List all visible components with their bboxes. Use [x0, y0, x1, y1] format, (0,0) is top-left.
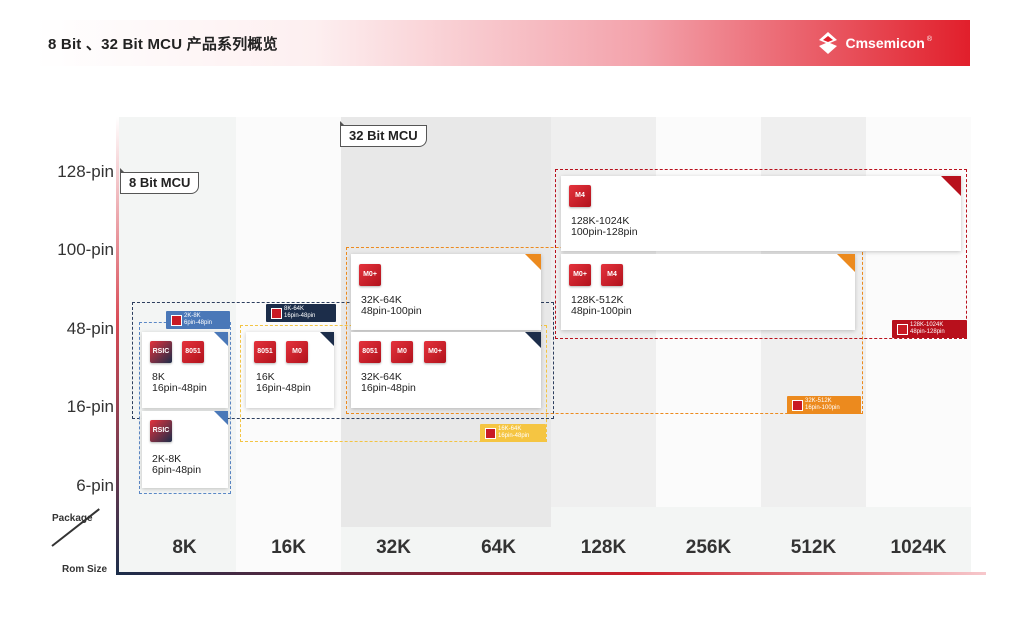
y-label-16pin: 16-pin	[66, 397, 114, 416]
x-label-64k: 64K	[481, 537, 516, 558]
chip-icon: M4	[569, 185, 591, 207]
card-pins: 16pin-48pin	[256, 382, 311, 394]
card-rsic-2k8k: RSIC 2K-8K 6pin-48pin	[142, 411, 228, 488]
chip-icon: M4	[601, 264, 623, 286]
badge-line2: 48pin-128pin	[910, 329, 945, 335]
card-pins: 6pin-48pin	[152, 464, 202, 476]
badge-line1: 2K-8K	[184, 313, 201, 319]
badge-line2: 16pin-48pin	[498, 433, 530, 439]
chip-icon: 8051	[254, 341, 276, 363]
chip-icon: 8051	[182, 341, 204, 363]
badge-line2: 6pin-48pin	[184, 320, 213, 326]
badge-32k512k: 32K-512K 16pin-100pin	[787, 396, 861, 414]
card-pins: 48pin-100pin	[361, 305, 422, 317]
x-label-512k: 512K	[790, 537, 837, 558]
tag-8bit-mcu: 8 Bit MCU	[120, 168, 200, 194]
y-axis-line	[116, 117, 119, 575]
card-corner	[320, 332, 334, 346]
x-label-1024k: 1024K	[890, 537, 947, 558]
chip-icon	[897, 324, 908, 335]
badge-2k8k: 2K-8K 6pin-48pin	[166, 311, 230, 329]
card-32k64k-16: 8051 M0 M0+ 32K-64K 16pin-48pin	[351, 332, 541, 408]
x-label-8k: 8K	[172, 537, 197, 558]
rom-size-label: Rom Size	[62, 564, 108, 575]
chip-icon	[485, 428, 496, 439]
card-pins: 100pin-128pin	[571, 226, 638, 238]
y-label-48pin: 48-pin	[66, 319, 114, 338]
package-label: Package	[52, 513, 93, 524]
badge-line1: 32K-512K	[805, 398, 832, 404]
card-corner	[941, 176, 961, 196]
badge-16k64k: 16K-64K 16pin-48pin	[480, 424, 546, 442]
card-128k1024k: M4 128K-1024K 100pin-128pin	[561, 176, 961, 251]
badge-line2: 16pin-48pin	[284, 313, 316, 319]
badge-8k64k: 8K-64K 16pin-48pin	[266, 304, 336, 322]
badge-line2: 16pin-100pin	[805, 405, 840, 411]
card-16k: 8051 M0 16K 16pin-48pin	[246, 332, 334, 408]
badge-line1: 8K-64K	[284, 306, 305, 312]
card-corner	[214, 332, 228, 346]
chip-icon: 8051	[359, 341, 381, 363]
badge-line1: 128K-1024K	[910, 322, 944, 328]
chip-icon: M0+	[359, 264, 381, 286]
chip-icon	[792, 400, 803, 411]
brand-logo: Cmsemicon ®	[817, 30, 932, 56]
y-label-6pin: 6-pin	[76, 476, 114, 495]
x-axis-line	[116, 572, 986, 575]
card-corner	[525, 254, 541, 270]
card-corner	[525, 332, 541, 348]
card-pins: 16pin-48pin	[152, 382, 207, 394]
page-title: 8 Bit 、32 Bit MCU 产品系列概览	[48, 36, 278, 53]
y-label-128pin: 128-pin	[57, 162, 114, 181]
x-label-256k: 256K	[685, 537, 732, 558]
chip-icon: M0	[286, 341, 308, 363]
chip-icon: M0	[391, 341, 413, 363]
chip-icon: M0+	[569, 264, 591, 286]
y-label-100pin: 100-pin	[57, 240, 114, 259]
cmsemicon-logo-icon	[819, 32, 838, 54]
chip-icon: RSIC	[150, 341, 172, 363]
card-pins: 16pin-48pin	[361, 382, 416, 394]
card-corner	[214, 411, 228, 425]
x-label-32k: 32K	[376, 537, 411, 558]
tag-32bit-mcu: 32 Bit MCU	[340, 121, 427, 147]
brand-mark: ®	[926, 35, 932, 43]
card-pins: 48pin-100pin	[571, 305, 632, 317]
chip-icon: RSIC	[150, 420, 172, 442]
badge-line1: 16K-64K	[498, 426, 522, 432]
card-corner	[837, 254, 855, 272]
chip-icon	[171, 315, 182, 326]
header-banner: 8 Bit 、32 Bit MCU 产品系列概览 Cmsemicon ®	[34, 20, 970, 66]
badge-128k1024k: 128K-1024K 48pin-128pin	[892, 320, 967, 338]
card-32k64k-48: M0+ 32K-64K 48pin-100pin	[351, 254, 541, 330]
chip-icon	[271, 308, 282, 319]
card-128k512k: M0+ M4 128K-512K 48pin-100pin	[561, 254, 855, 330]
card-rsic-8k: RSIC 8051 8K 16pin-48pin	[142, 332, 228, 408]
x-label-16k: 16K	[271, 537, 306, 558]
brand-name: Cmsemicon	[845, 35, 925, 51]
x-label-128k: 128K	[580, 537, 627, 558]
chip-icon: M0+	[424, 341, 446, 363]
